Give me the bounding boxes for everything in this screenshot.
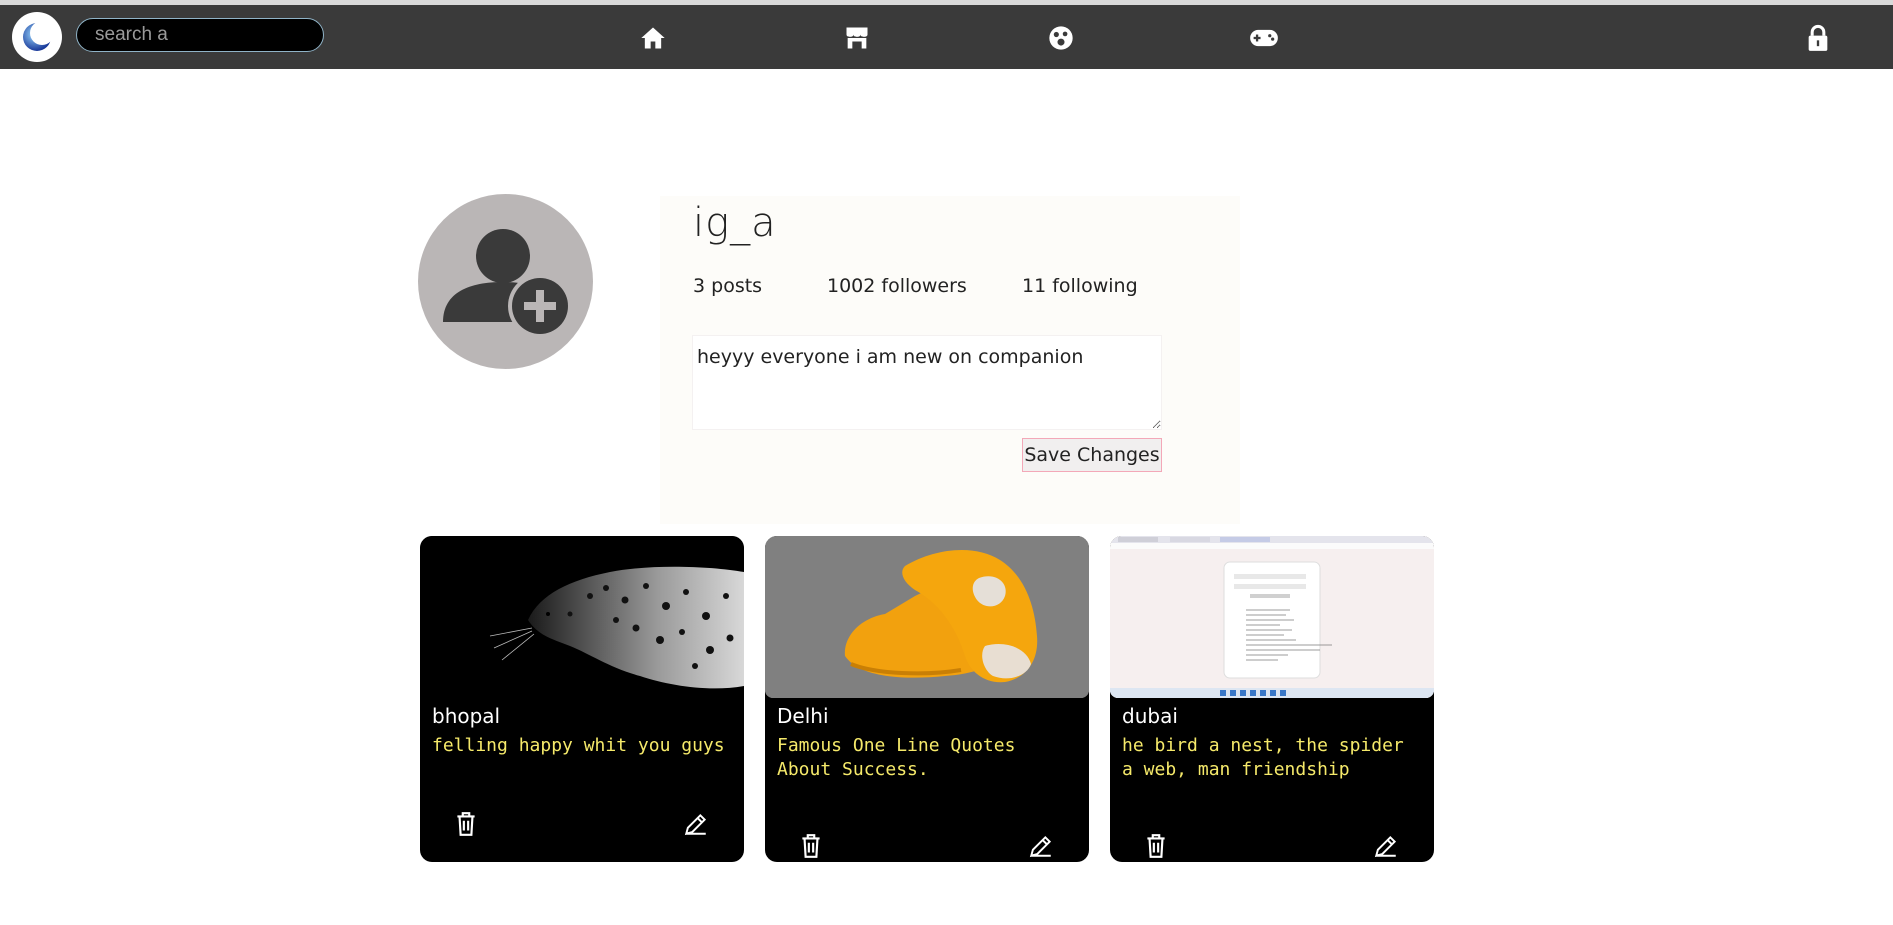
post-card: bhopal felling happy whit you guys — [420, 536, 744, 862]
games-icon[interactable] — [1249, 23, 1279, 53]
delete-icon[interactable] — [795, 830, 827, 862]
moon-logo-icon — [23, 21, 54, 51]
post-location: bhopal — [432, 704, 501, 728]
edit-icon[interactable] — [1370, 830, 1402, 862]
post-card: dubai he bird a nest, the spider a web, … — [1110, 536, 1434, 862]
delete-icon[interactable] — [1140, 830, 1172, 862]
community-icon[interactable] — [1046, 23, 1076, 53]
edit-icon[interactable] — [1025, 830, 1057, 862]
post-location: dubai — [1122, 704, 1178, 728]
post-location: Delhi — [777, 704, 829, 728]
bio-textarea[interactable]: heyyy everyone i am new on companion — [692, 335, 1162, 430]
edit-icon[interactable] — [680, 808, 712, 840]
post-image-leopard[interactable] — [420, 536, 744, 698]
username: ig_a — [693, 200, 777, 246]
post-image-orange-shoe[interactable] — [765, 536, 1089, 698]
followers-count[interactable]: 1002 followers — [827, 275, 967, 297]
add-user-icon — [443, 229, 572, 338]
search-input[interactable] — [76, 18, 324, 52]
post-caption: he bird a nest, the spider a web, man fr… — [1122, 735, 1404, 780]
post-image-browser-screenshot[interactable] — [1110, 536, 1434, 698]
post-card: Delhi Famous One Line Quotes About Succe… — [765, 536, 1089, 862]
home-icon[interactable] — [638, 23, 668, 53]
delete-icon[interactable] — [450, 808, 482, 840]
profile-avatar[interactable] — [418, 194, 593, 369]
navbar — [0, 5, 1893, 69]
store-icon[interactable] — [842, 23, 872, 53]
save-changes-button[interactable]: Save Changes — [1022, 438, 1162, 472]
lock-icon[interactable] — [1803, 23, 1833, 53]
following-count[interactable]: 11 following — [1022, 275, 1138, 297]
post-caption: Famous One Line Quotes About Success. — [777, 735, 1016, 780]
posts-count[interactable]: 3 posts — [693, 275, 762, 297]
logo[interactable] — [12, 12, 62, 62]
post-caption: felling happy whit you guys — [432, 735, 725, 756]
